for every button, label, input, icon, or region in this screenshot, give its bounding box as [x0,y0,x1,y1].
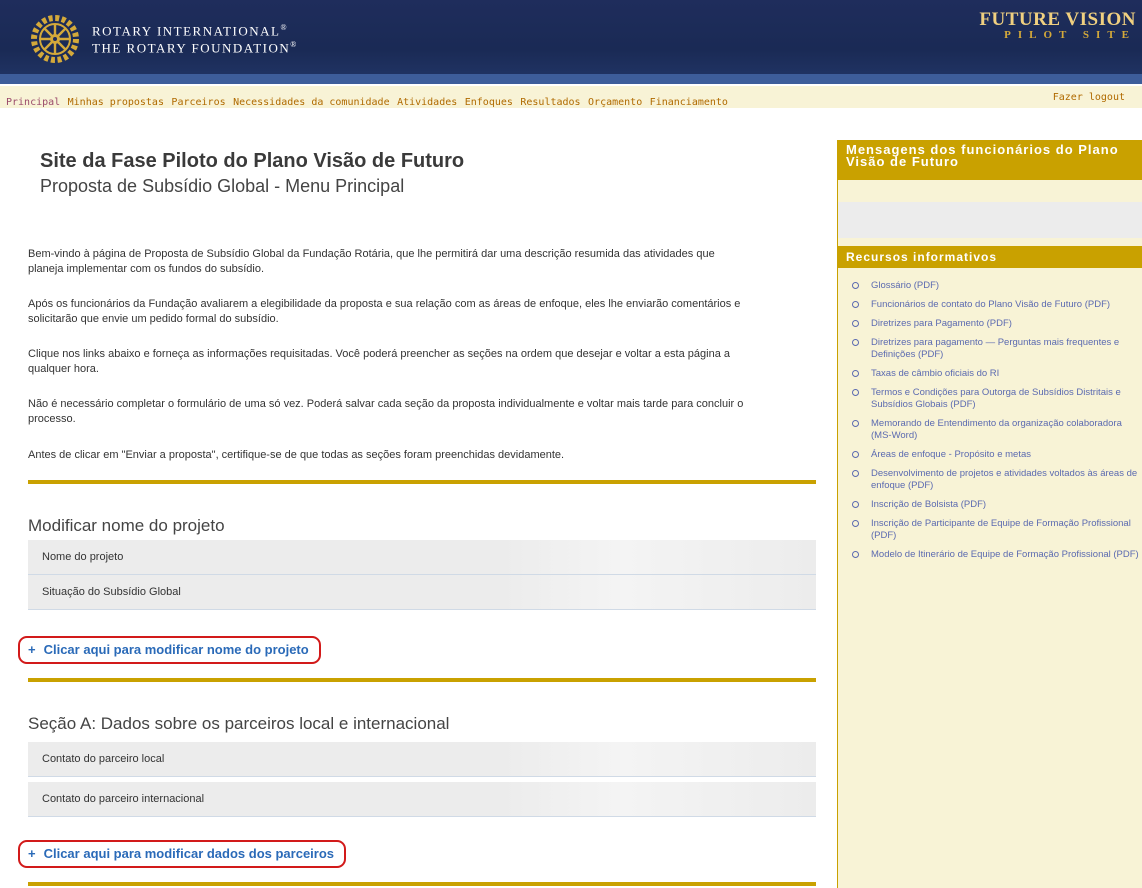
table-row: Contato do parceiro internacional [28,782,816,817]
row-label: Contato do parceiro local [42,753,165,765]
resource-link[interactable]: Termos e Condições para Outorga de Subsí… [852,387,1140,411]
bullet-icon [852,451,859,458]
bullet-icon [852,420,859,427]
intro-paragraph-5: Antes de clicar em "Enviar a proposta", … [28,449,565,461]
header-stripe [0,74,1142,84]
nav-orcamento[interactable]: Orçamento [588,97,642,108]
resource-link[interactable]: Modelo de Itinerário de Equipe de Formaç… [852,549,1140,561]
resource-link[interactable]: Inscrição de Bolsista (PDF) [852,499,1140,511]
site-header: ROTARY INTERNATIONAL® THE ROTARY FOUNDAT… [0,0,1142,84]
page-title: Site da Fase Piloto do Plano Visão de Fu… [40,150,465,172]
resource-link[interactable]: Taxas de câmbio oficiais do RI [852,368,1140,380]
logout-link[interactable]: Fazer logout [1053,92,1125,103]
resource-link[interactable]: Diretrizes para Pagamento (PDF) [852,318,1140,330]
nav-atividades[interactable]: Atividades [397,97,457,108]
modify-partners-button[interactable]: + Clicar aqui para modificar dados dos pa… [18,840,347,868]
bullet-icon [852,520,859,527]
future-vision-logo: FUTURE VISION PILOT SITE [979,9,1136,41]
nav-minhas-propostas[interactable]: Minhas propostas [68,97,164,108]
resources-header: Recursos informativos [838,246,1142,268]
modify-project-name-button[interactable]: + Clicar aqui para modificar nome do proj… [18,636,321,664]
sidebar: Mensagens dos funcionários do Plano Visã… [837,140,1142,888]
nav-enfoques[interactable]: Enfoques [465,97,513,108]
section-project-name-title: Modificar nome do projeto [28,516,225,535]
brand-text: ROTARY INTERNATIONAL® THE ROTARY FOUNDAT… [92,23,298,56]
bullet-icon [852,551,859,558]
resources-list: Glossário (PDF) Funcionários de contato … [852,280,1140,568]
section-divider [28,882,816,886]
row-label: Nome do projeto [42,551,124,563]
modify-partners-label: Clicar aqui para modificar dados dos par… [43,846,335,861]
resource-link[interactable]: Desenvolvimento de projetos e atividades… [852,468,1140,492]
table-row: Nome do projeto [28,540,816,575]
nav-resultados[interactable]: Resultados [520,97,580,108]
intro-paragraph-3: Clique nos links abaixo e forneça as inf… [28,348,730,375]
bullet-icon [852,282,859,289]
bullet-icon [852,301,859,308]
messages-title-line2: Visão de Futuro [846,154,959,169]
intro-paragraph-4: Não é necessário completar o formulário … [28,398,744,425]
top-nav: Principal Minhas propostas Parceiros Nec… [0,86,1142,108]
messages-header: Mensagens dos funcionários do Plano Visã… [838,140,1142,180]
plus-icon: + [28,642,36,657]
plus-icon: + [28,846,36,861]
table-row: Situação do Subsídio Global [28,575,816,610]
bullet-icon [852,339,859,346]
resource-link[interactable]: Memorando de Entendimento da organização… [852,418,1140,442]
bullet-icon [852,389,859,396]
section-partners-title: Seção A: Dados sobre os parceiros local … [28,714,450,733]
section-divider [28,678,816,682]
resource-link[interactable]: Funcionários de contato do Plano Visão d… [852,299,1140,311]
resource-link[interactable]: Áreas de enfoque - Propósito e metas [852,449,1140,461]
bullet-icon [852,501,859,508]
bullet-icon [852,320,859,327]
resource-link[interactable]: Inscrição de Participante de Equipe de F… [852,518,1140,542]
fv-line1: FUTURE VISION [979,9,1136,30]
main-content: Site da Fase Piloto do Plano Visão de Fu… [18,150,816,886]
page-subtitle: Proposta de Subsídio Global - Menu Princ… [40,176,405,196]
section-divider [28,480,816,484]
bullet-icon [852,470,859,477]
rotary-wheel-icon [31,15,79,63]
intro-paragraph-2: Após os funcionários da Fundação avaliar… [28,298,741,325]
nav-financiamento[interactable]: Financiamento [650,97,728,108]
row-label: Situação do Subsídio Global [42,586,181,598]
bullet-icon [852,370,859,377]
row-label: Contato do parceiro internacional [42,793,205,805]
nav-necessidades[interactable]: Necessidades da comunidade [233,97,390,108]
table-row: Contato do parceiro local [28,742,816,777]
brand-line1: ROTARY INTERNATIONAL [92,23,281,39]
intro-paragraph-1: Bem-vindo à página de Proposta de Subsíd… [28,248,715,275]
resource-link[interactable]: Diretrizes para pagamento — Perguntas ma… [852,337,1140,361]
nav-principal[interactable]: Principal [6,97,60,108]
modify-project-name-label: Clicar aqui para modificar nome do proje… [43,642,309,657]
nav-parceiros[interactable]: Parceiros [171,97,225,108]
brand-line2: THE ROTARY FOUNDATION [92,40,291,56]
resource-link[interactable]: Glossário (PDF) [852,280,1140,292]
messages-panel [838,202,1142,238]
